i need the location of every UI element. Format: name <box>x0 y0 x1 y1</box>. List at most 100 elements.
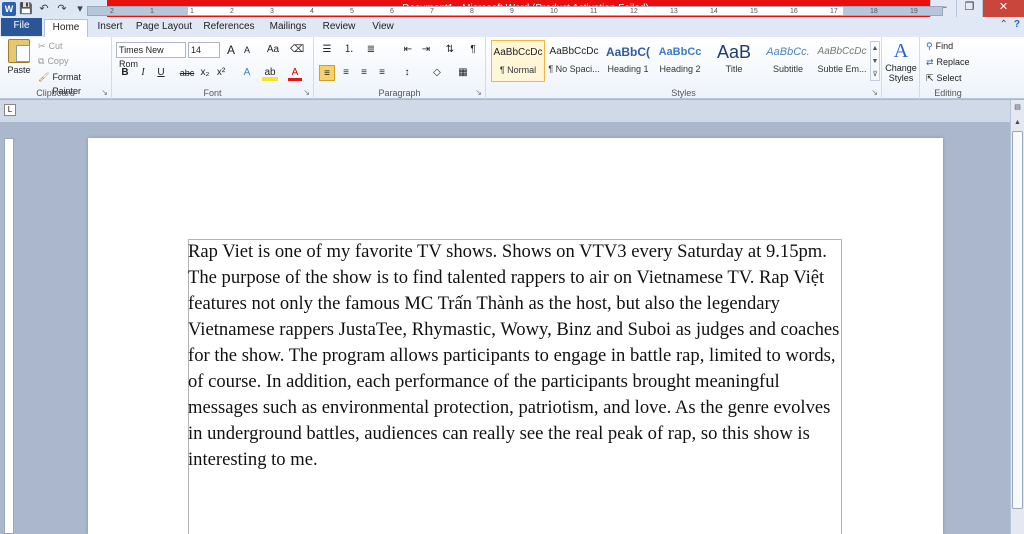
ruler-tick-label: 8 <box>470 8 474 15</box>
save-icon[interactable]: 💾 <box>18 2 34 16</box>
find-button[interactable]: ⚲ Find <box>926 39 953 54</box>
close-button[interactable]: ✕ <box>982 0 1024 17</box>
font-name-box[interactable]: Times New Rom <box>116 42 186 69</box>
cut-button[interactable]: ✂ Cut <box>38 39 63 53</box>
styles-launcher-icon[interactable]: ↘ <box>871 88 878 97</box>
minimize-ribbon-icon[interactable]: ⌃ <box>1000 19 1008 30</box>
increase-indent-icon[interactable]: ⇥ <box>418 42 434 58</box>
font-color-button[interactable]: A <box>288 65 302 81</box>
style-heading-1[interactable]: AaBbC( Heading 1 <box>601 40 655 82</box>
select-arrow-icon: ⇱ <box>926 73 934 83</box>
change-styles-label: Change Styles <box>885 63 917 83</box>
shrink-font-button[interactable]: A <box>240 42 254 58</box>
superscript-button[interactable]: x² <box>214 65 228 81</box>
clipboard-launcher-icon[interactable]: ↘ <box>101 88 108 97</box>
clipboard-icon <box>8 39 30 63</box>
change-styles-icon: A <box>893 40 909 62</box>
style-subtitle[interactable]: AaBbCc. Subtitle <box>761 40 815 82</box>
ruler-tick-label: 4 <box>310 8 314 15</box>
tab-home[interactable]: Home <box>44 19 88 37</box>
paintbrush-icon: 🖌 <box>38 72 50 82</box>
text-effects-button[interactable]: A <box>240 65 254 81</box>
word-app-icon[interactable]: W <box>2 1 16 16</box>
format-painter-label: Format Painter <box>52 72 81 96</box>
ruler-tick-label: 13 <box>670 8 678 15</box>
sort-icon[interactable]: ⇅ <box>442 42 458 58</box>
copy-icon: ⧉ <box>38 56 45 66</box>
customize-toolbar-icon[interactable]: ▾ <box>72 2 88 16</box>
style-preview: AaB <box>716 42 752 62</box>
ruler-tick-label: 18 <box>870 8 878 15</box>
justify-icon[interactable]: ≡ <box>374 65 390 81</box>
ruler-toggle-icon[interactable]: ▤ <box>1012 102 1023 114</box>
vertical-ruler[interactable] <box>4 138 14 534</box>
find-label: Find <box>935 41 954 51</box>
quick-access-toolbar: W 💾 ↶ ↷ ▾ <box>0 0 88 17</box>
clear-formatting-icon[interactable]: ⌫ <box>290 42 304 58</box>
format-painter-button[interactable]: 🖌 Format Painter <box>38 70 111 96</box>
style-no-spacing[interactable]: AaBbCcDc ¶ No Spaci... <box>547 40 601 82</box>
horizontal-ruler-area <box>0 100 1024 122</box>
ruler-tick-label: 17 <box>830 8 838 15</box>
styles-gallery-scroll[interactable]: ▲ ▼ ⊽ <box>870 41 880 81</box>
multilevel-list-icon[interactable]: ≣ <box>362 42 380 58</box>
select-button[interactable]: ⇱ Select <box>926 71 962 86</box>
tab-mailings[interactable]: Mailings <box>263 19 313 37</box>
shading-icon[interactable]: ◇ <box>428 65 446 81</box>
underline-button[interactable]: U <box>154 65 168 81</box>
change-styles-button[interactable]: A Change Styles <box>884 39 918 83</box>
grow-font-button[interactable]: A <box>224 42 238 58</box>
scroll-thumb[interactable] <box>1012 131 1023 509</box>
tab-view[interactable]: View <box>366 19 400 37</box>
tab-insert[interactable]: Insert <box>90 19 130 37</box>
document-body-text[interactable]: Rap Viet is one of my favorite TV shows.… <box>188 239 844 473</box>
font-size-box[interactable]: 14 <box>188 42 220 58</box>
borders-icon[interactable]: ▦ <box>454 65 472 81</box>
copy-label: Copy <box>47 56 69 66</box>
strikethrough-button[interactable]: abc <box>178 65 196 81</box>
ruler-tick-label: 1 <box>150 8 154 15</box>
tab-references[interactable]: References <box>200 19 258 37</box>
ribbon-controls: ⌃ ? <box>1000 19 1021 30</box>
tab-selector[interactable]: L <box>4 104 16 116</box>
tab-page-layout[interactable]: Page Layout <box>134 19 194 37</box>
show-formatting-button[interactable]: ¶ <box>466 42 480 58</box>
bold-button[interactable]: B <box>118 65 132 81</box>
scroll-up-icon[interactable]: ▲ <box>1012 117 1023 129</box>
align-right-icon[interactable]: ≡ <box>356 65 372 81</box>
paste-button[interactable]: Paste <box>4 39 34 81</box>
highlight-color-button[interactable]: ab <box>262 65 278 81</box>
vertical-scrollbar[interactable]: ▤ ▲ <box>1010 100 1024 534</box>
redo-icon[interactable]: ↷ <box>54 2 70 16</box>
help-icon[interactable]: ? <box>1014 19 1020 30</box>
bullets-icon[interactable]: ☰ <box>318 42 336 58</box>
italic-button[interactable]: I <box>136 65 150 81</box>
tab-file[interactable]: File <box>1 18 42 36</box>
font-launcher-icon[interactable]: ↘ <box>303 88 310 97</box>
tab-review[interactable]: Review <box>318 19 360 37</box>
ruler-tick-label: 5 <box>350 8 354 15</box>
decrease-indent-icon[interactable]: ⇤ <box>400 42 416 58</box>
style-preview: AaBbCcDc <box>817 46 867 57</box>
style-title[interactable]: AaB Title <box>707 40 761 82</box>
paragraph-launcher-icon[interactable]: ↘ <box>475 88 482 97</box>
change-case-button[interactable]: Aa <box>262 42 284 58</box>
style-subtle-emphasis[interactable]: AaBbCcDc Subtle Em... <box>815 40 869 82</box>
align-left-icon[interactable]: ≡ <box>319 65 335 81</box>
horizontal-ruler[interactable]: 2 1 1 2 3 4 5 6 7 8 9 10 11 12 13 14 15 16 17 18 19 <box>87 6 943 16</box>
ruler-tick-label: 19 <box>910 8 918 15</box>
align-center-icon[interactable]: ≡ <box>338 65 354 81</box>
style-normal[interactable]: AaBbCcDc ¶ Normal <box>491 40 545 82</box>
line-spacing-icon[interactable]: ↕ <box>398 65 416 81</box>
styles-group: AaBbCcDc ¶ Normal AaBbCcDc ¶ No Spaci...… <box>486 37 882 99</box>
restore-button[interactable]: ❐ <box>956 0 982 17</box>
copy-button[interactable]: ⧉ Copy <box>38 54 68 68</box>
replace-button[interactable]: ⇄ Replace <box>926 55 970 70</box>
style-name: Title <box>725 64 743 74</box>
numbering-icon[interactable]: ⒈ <box>340 42 358 58</box>
ribbon-tabs: File Home Insert Page Layout References … <box>0 17 1024 37</box>
style-heading-2[interactable]: AaBbCc Heading 2 <box>653 40 707 82</box>
binoculars-icon: ⚲ <box>926 41 933 51</box>
undo-icon[interactable]: ↶ <box>36 2 52 16</box>
subscript-button[interactable]: x₂ <box>198 65 212 81</box>
